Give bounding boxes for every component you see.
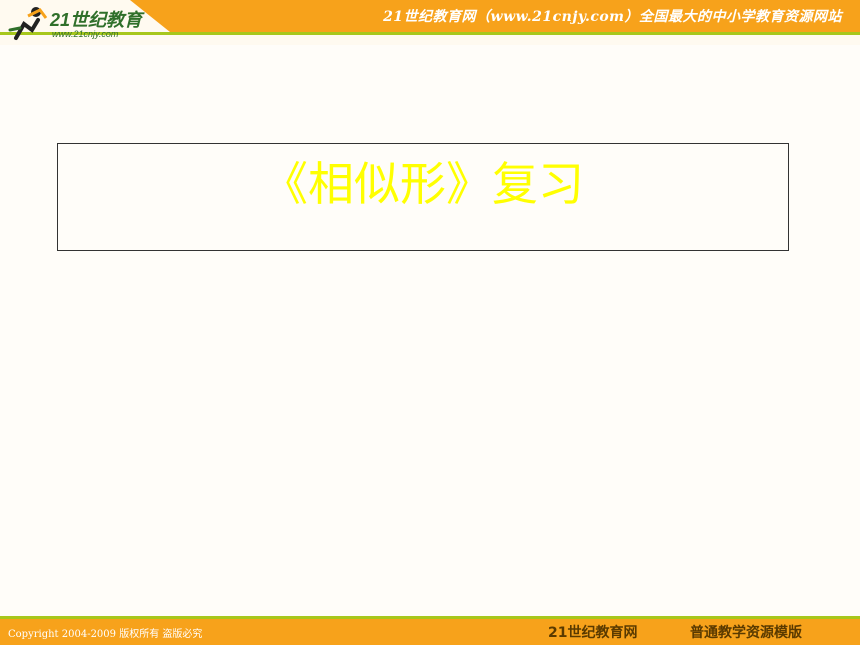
site-logo[interactable]: 21世纪教育 www.21cnjy.com bbox=[6, 4, 176, 44]
logo-url: www.21cnjy.com bbox=[52, 29, 119, 39]
footer-template-label: 普通教学资源模版 bbox=[690, 625, 802, 641]
footer: Copyright 2004-2009 版权所有 盗版必究 21世纪教育网 普通… bbox=[0, 619, 860, 645]
header: 21世纪教育 www.21cnjy.com 21世纪教育网（www.21cnjy… bbox=[0, 0, 860, 45]
header-tagline: 21世纪教育网（www.21cnjy.com）全国最大的中小学教育资源网站 bbox=[383, 9, 842, 25]
footer-brand: 21世纪教育网 bbox=[548, 625, 638, 641]
slide-title: 《相似形》复习 bbox=[262, 157, 584, 211]
slide-title-box: 《相似形》复习 bbox=[57, 143, 789, 251]
copyright-text: Copyright 2004-2009 版权所有 盗版必究 bbox=[8, 629, 203, 640]
runner-logo-icon bbox=[8, 7, 48, 40]
